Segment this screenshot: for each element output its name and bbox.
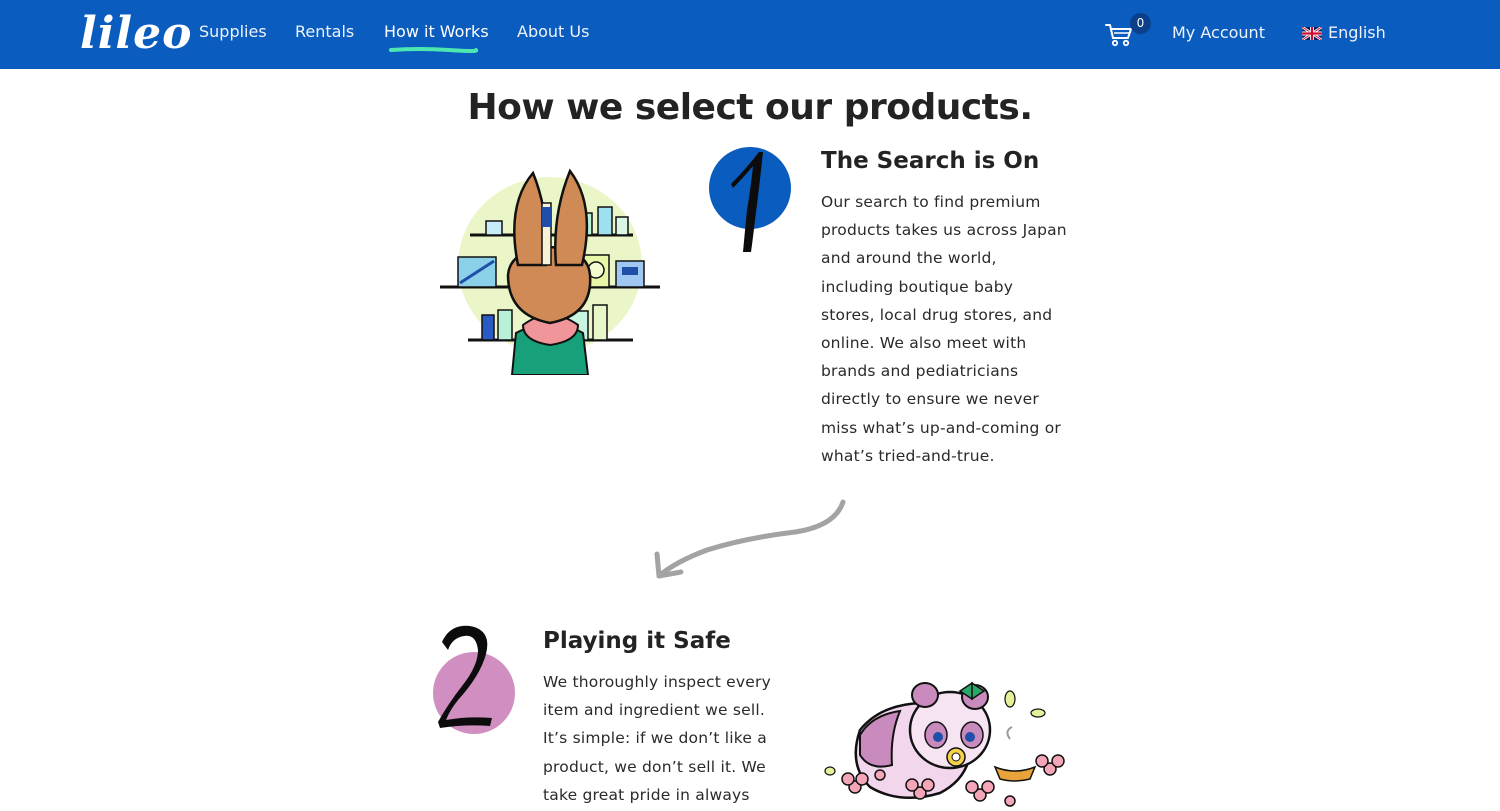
step-1-heading: The Search is On	[821, 148, 1040, 174]
step-1-number-badge	[709, 147, 791, 252]
step-1-body: Our search to find premium products take…	[821, 193, 1067, 465]
language-selector[interactable]: English	[1328, 23, 1386, 43]
top-navbar: lileo Supplies Rentals How it Works Abou…	[0, 0, 1500, 69]
step-2-heading: Playing it Safe	[543, 628, 731, 654]
step-2-body: We thoroughly inspect every item and ing…	[543, 673, 771, 804]
step-2-number-badge	[433, 625, 515, 734]
cart-count-badge: 0	[1130, 13, 1151, 34]
my-account-link[interactable]: My Account	[1172, 23, 1265, 43]
nav-about-us[interactable]: About Us	[517, 22, 589, 42]
page-title: How we select our products.	[467, 87, 1034, 128]
curved-arrow-icon	[654, 499, 846, 579]
lileo-logo[interactable]: lileo	[80, 4, 193, 64]
nav-how-it-works[interactable]: How it Works	[384, 22, 489, 42]
active-nav-underline	[389, 47, 478, 53]
panda-flowers-illustration	[824, 681, 1065, 807]
uk-flag-icon	[1302, 27, 1322, 40]
nav-supplies[interactable]: Supplies	[199, 22, 267, 42]
nav-rentals[interactable]: Rentals	[295, 22, 354, 42]
bunny-shopping-illustration	[440, 168, 660, 375]
